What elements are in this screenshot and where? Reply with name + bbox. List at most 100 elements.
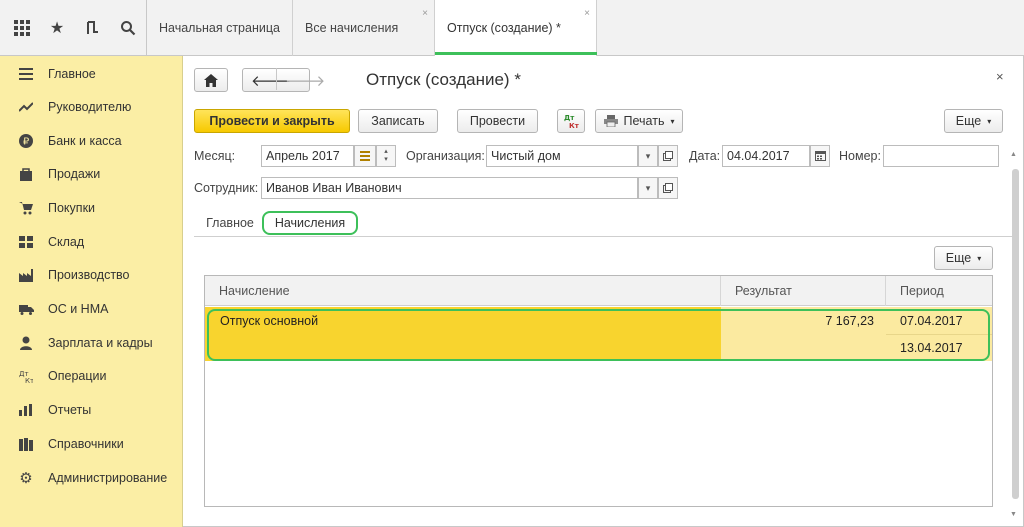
- tab-vacation-create[interactable]: Отпуск (создание) * ×: [435, 0, 597, 56]
- sidebar-item-label: Производство: [48, 268, 130, 282]
- chevron-down-icon: ▾: [977, 253, 982, 263]
- svg-text:₽: ₽: [23, 137, 30, 148]
- factory-icon: [18, 267, 34, 283]
- sidebar-item-label: Зарплата и кадры: [48, 336, 153, 350]
- open-link-icon[interactable]: [658, 145, 678, 167]
- printer-icon: [603, 115, 618, 127]
- accruals-table: Начисление Результат Период Отпуск основ…: [204, 275, 993, 507]
- apps-grid-icon[interactable]: [12, 18, 32, 38]
- books-icon: [18, 436, 34, 452]
- column-header-accrual[interactable]: Начисление: [205, 276, 721, 306]
- bar-chart-icon: [18, 402, 34, 418]
- person-icon: [18, 335, 34, 351]
- chevron-down-icon: ▾: [670, 116, 675, 126]
- home-button[interactable]: [194, 68, 228, 92]
- sidebar-item-label: Покупки: [48, 201, 96, 215]
- sidebar-item-reports[interactable]: Отчеты: [0, 395, 183, 425]
- sidebar-item-production[interactable]: Производство: [0, 260, 183, 290]
- month-field[interactable]: Апрель 2017: [261, 145, 354, 167]
- gear-icon: ⚙: [19, 470, 33, 487]
- number-field[interactable]: [883, 145, 999, 167]
- dtkt-button[interactable]: Дт Кт: [557, 109, 585, 133]
- sidebar-item-label: Руководителю: [48, 100, 132, 114]
- more-button[interactable]: Еще ▾: [944, 109, 1003, 133]
- sidebar-item-label: Справочники: [48, 437, 124, 451]
- tabs-divider: [194, 236, 1016, 237]
- tab-label: Отпуск (создание) *: [447, 21, 561, 35]
- tab-close-icon[interactable]: ×: [584, 8, 590, 19]
- page-title: Отпуск (создание) *: [366, 70, 521, 89]
- sidebar-item-label: Отчеты: [48, 403, 92, 417]
- sidebar-item-label: Администрирование: [48, 471, 168, 485]
- ruble-coin-icon: ₽: [18, 133, 34, 149]
- scroll-down-icon[interactable]: ▼: [1010, 511, 1017, 518]
- forward-arrow-icon[interactable]: 🡒: [285, 71, 325, 90]
- menu-lines-icon: [18, 66, 34, 82]
- sidebar-item-label: Главное: [48, 67, 96, 81]
- number-label: Номер:: [839, 149, 881, 163]
- date-label: Дата:: [689, 149, 721, 163]
- chevron-down-icon: ▾: [987, 116, 992, 126]
- column-header-period[interactable]: Период: [886, 276, 992, 306]
- column-header-result[interactable]: Результат: [721, 276, 886, 306]
- search-icon[interactable]: [118, 18, 138, 38]
- sidebar-item-fixed-assets[interactable]: ОС и НМА: [0, 294, 183, 324]
- sidebar-item-label: Операции: [48, 369, 107, 383]
- tab-main[interactable]: Главное: [196, 211, 264, 235]
- scroll-thumb[interactable]: [1012, 169, 1019, 499]
- debit-credit-icon: ДтКт: [564, 114, 579, 129]
- print-label: Печать: [623, 114, 665, 128]
- sidebar-item-references[interactable]: Справочники: [0, 429, 183, 459]
- open-link-icon[interactable]: [658, 177, 678, 199]
- tab-home[interactable]: Начальная страница: [147, 0, 293, 56]
- sidebar-item-admin[interactable]: ⚙ Администрирование: [0, 463, 183, 493]
- stepper-down-icon[interactable]: ▾: [384, 156, 388, 164]
- scrollbar[interactable]: ▲ ▼: [1010, 151, 1020, 526]
- organization-field[interactable]: Чистый дом: [486, 145, 638, 167]
- svg-text:Кт: Кт: [25, 377, 33, 383]
- document-form: 🡐 🡒 Отпуск (создание) * × Провести и зак…: [184, 56, 1022, 526]
- sidebar-item-bank[interactable]: ₽ Банк и касса: [0, 126, 183, 156]
- employee-field[interactable]: Иванов Иван Иванович: [261, 177, 638, 199]
- nav-divider: [276, 68, 277, 90]
- top-bar: ★ Начальная страница Все начисления × От…: [0, 0, 1024, 56]
- stepper-up-icon[interactable]: ▴: [384, 148, 388, 156]
- row-highlight: [207, 309, 990, 361]
- tab-label: Начальная страница: [159, 21, 280, 35]
- dropdown-arrow-icon[interactable]: ▾: [638, 145, 658, 167]
- close-form-icon[interactable]: ×: [996, 69, 1004, 84]
- more-label: Еще: [945, 251, 972, 265]
- sidebar-item-label: ОС и НМА: [48, 302, 109, 316]
- star-icon[interactable]: ★: [47, 18, 67, 38]
- active-tab-indicator: [435, 52, 597, 55]
- tab-close-icon[interactable]: ×: [422, 8, 428, 19]
- calendar-icon[interactable]: [810, 145, 830, 167]
- home-icon: [204, 73, 218, 87]
- post-button[interactable]: Провести: [457, 109, 538, 133]
- sidebar-item-warehouse[interactable]: Склад: [0, 227, 183, 257]
- sidebar-item-purchases[interactable]: Покупки: [0, 193, 183, 223]
- trend-icon: [18, 99, 34, 115]
- shopping-bag-icon: [18, 166, 34, 182]
- sidebar-item-main[interactable]: Главное: [0, 59, 183, 89]
- sidebar-item-operations[interactable]: Дт Кт Операции: [0, 361, 183, 391]
- calendar-list-icon[interactable]: [354, 145, 376, 167]
- post-and-close-button[interactable]: Провести и закрыть: [194, 109, 350, 133]
- month-stepper[interactable]: ▴ ▾: [376, 145, 396, 167]
- tab-all-accruals[interactable]: Все начисления ×: [293, 0, 435, 56]
- history-icon[interactable]: [83, 18, 103, 38]
- table-header: Начисление Результат Период: [205, 276, 992, 306]
- month-label: Месяц:: [194, 149, 236, 163]
- scroll-up-icon[interactable]: ▲: [1010, 151, 1017, 158]
- warehouse-icon: [18, 234, 34, 250]
- print-button[interactable]: Печать ▾: [595, 109, 683, 133]
- sidebar-item-salary-hr[interactable]: Зарплата и кадры: [0, 328, 183, 358]
- table-more-button[interactable]: Еще ▾: [934, 246, 993, 270]
- sidebar-item-label: Склад: [48, 235, 85, 249]
- date-field[interactable]: 04.04.2017: [722, 145, 810, 167]
- sidebar-item-manager[interactable]: Руководителю: [0, 92, 183, 122]
- save-button[interactable]: Записать: [358, 109, 438, 133]
- dropdown-arrow-icon[interactable]: ▾: [638, 177, 658, 199]
- tab-accruals[interactable]: Начисления: [262, 211, 358, 235]
- sidebar-item-sales[interactable]: Продажи: [0, 159, 183, 189]
